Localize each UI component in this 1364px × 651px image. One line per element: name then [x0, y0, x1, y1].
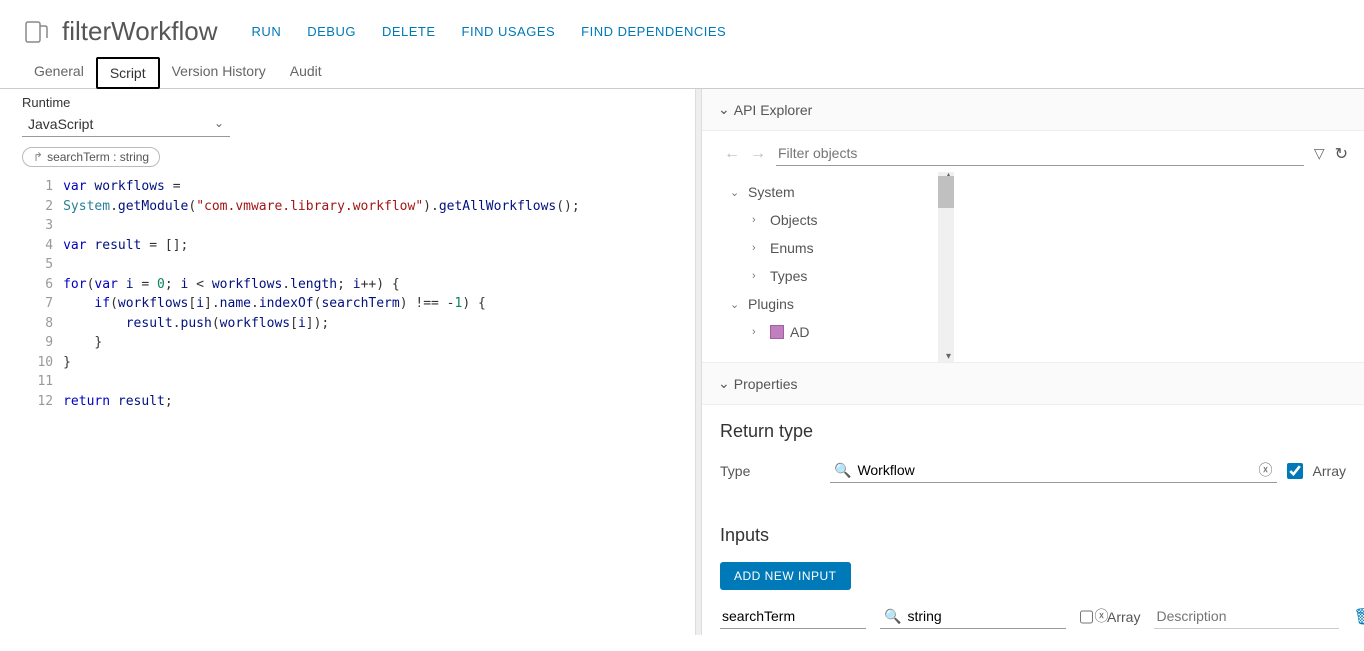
- api-explorer-title: API Explorer: [734, 102, 813, 118]
- input-name-field[interactable]: [720, 604, 866, 629]
- chevron-down-icon: ⌄: [730, 186, 742, 199]
- clear-icon[interactable]: ⓧ: [1259, 460, 1273, 480]
- debug-button[interactable]: DEBUG: [307, 24, 356, 39]
- chevron-down-icon: ⌄: [718, 375, 730, 392]
- header: filterWorkflow RUN DEBUG DELETE FIND USA…: [0, 0, 1364, 57]
- tree-item-ad[interactable]: ›AD: [730, 318, 938, 346]
- page-title: filterWorkflow: [62, 16, 218, 47]
- search-icon: 🔍: [834, 462, 851, 479]
- properties-header[interactable]: ⌄ Properties: [702, 362, 1364, 405]
- return-type-row: Type 🔍 ⓧ Array: [720, 458, 1346, 483]
- inputs-title: Inputs: [720, 525, 1346, 546]
- chevron-right-icon: ›: [752, 270, 764, 282]
- runtime-select-wrap[interactable]: JavaScript ⌄: [22, 112, 230, 137]
- api-tree: ⌄System ›Objects ›Enums ›Types ⌄Plugins …: [702, 172, 954, 362]
- code-body[interactable]: var workflows = System.getModule("com.vm…: [63, 177, 687, 431]
- input-array-checkbox[interactable]: [1080, 609, 1093, 625]
- chevron-right-icon: ›: [752, 214, 764, 226]
- input-row: 🔍 ⓧ Array 🗑: [720, 604, 1346, 629]
- search-icon: 🔍: [884, 608, 901, 625]
- chevron-down-icon: ⌄: [718, 101, 730, 118]
- find-dependencies-button[interactable]: FIND DEPENDENCIES: [581, 24, 726, 39]
- input-type-field[interactable]: [905, 604, 1090, 628]
- tree-item-types[interactable]: ›Types: [730, 262, 938, 290]
- action-bar: RUN DEBUG DELETE FIND USAGES FIND DEPEND…: [252, 24, 727, 39]
- array-checkbox[interactable]: [1287, 463, 1303, 479]
- chevron-down-icon: ⌄: [730, 298, 742, 311]
- main-content: Runtime JavaScript ⌄ ↱ searchTerm : stri…: [0, 89, 1364, 635]
- scrollbar-thumb[interactable]: [938, 176, 954, 208]
- input-array-label: Array: [1107, 609, 1140, 625]
- add-new-input-button[interactable]: ADD NEW INPUT: [720, 562, 851, 590]
- nav-back-icon[interactable]: ←: [724, 145, 740, 163]
- tree-container: ⌄System ›Objects ›Enums ›Types ⌄Plugins …: [702, 172, 954, 362]
- type-label: Type: [720, 463, 820, 479]
- return-type-section: Return type Type 🔍 ⓧ Array: [702, 405, 1364, 509]
- run-button[interactable]: RUN: [252, 24, 282, 39]
- code-editor[interactable]: 123456789101112 var workflows = System.g…: [22, 177, 687, 431]
- tab-bar: General Script Version History Audit: [0, 57, 1364, 89]
- tree-item-objects[interactable]: ›Objects: [730, 206, 938, 234]
- workflow-icon: [22, 17, 52, 47]
- line-gutter: 123456789101112: [22, 177, 63, 431]
- trash-icon[interactable]: 🗑: [1353, 607, 1364, 627]
- type-search-wrap[interactable]: 🔍 ⓧ: [830, 458, 1277, 483]
- tab-audit[interactable]: Audit: [278, 57, 334, 88]
- filter-objects-input[interactable]: [776, 141, 1304, 166]
- side-panel: ⌄ API Explorer ← → ▽ ↻ ⌄System ›Objects …: [702, 89, 1364, 635]
- tab-general[interactable]: General: [22, 57, 96, 88]
- properties-title: Properties: [734, 376, 798, 392]
- tree-scrollbar[interactable]: ▴ ▾: [938, 172, 954, 362]
- array-label: Array: [1313, 463, 1346, 479]
- plugin-icon: [770, 325, 784, 339]
- chip-label: searchTerm : string: [47, 150, 149, 164]
- runtime-select[interactable]: JavaScript: [22, 112, 230, 137]
- tree-item-enums[interactable]: ›Enums: [730, 234, 938, 262]
- input-arrow-icon: ↱: [33, 150, 43, 164]
- refresh-icon[interactable]: ↻: [1335, 144, 1348, 164]
- chevron-right-icon: ›: [752, 242, 764, 254]
- scroll-down-icon[interactable]: ▾: [946, 351, 951, 362]
- api-explorer-header[interactable]: ⌄ API Explorer: [702, 89, 1364, 131]
- return-type-title: Return type: [720, 421, 1346, 442]
- runtime-label: Runtime: [22, 95, 687, 110]
- editor-pane: Runtime JavaScript ⌄ ↱ searchTerm : stri…: [0, 89, 695, 635]
- tab-version-history[interactable]: Version History: [160, 57, 278, 88]
- nav-forward-icon[interactable]: →: [750, 145, 766, 163]
- delete-button[interactable]: DELETE: [382, 24, 436, 39]
- input-type-wrap[interactable]: 🔍 ⓧ: [880, 604, 1066, 629]
- api-toolbar: ← → ▽ ↻: [702, 131, 1364, 172]
- find-usages-button[interactable]: FIND USAGES: [462, 24, 556, 39]
- input-description-field[interactable]: [1154, 604, 1339, 629]
- filter-dropdown-icon[interactable]: ▽: [1314, 145, 1325, 162]
- type-input[interactable]: [855, 458, 1254, 482]
- pane-splitter[interactable]: [695, 89, 702, 635]
- tree-item-system[interactable]: ⌄System: [730, 178, 938, 206]
- tree-item-plugins[interactable]: ⌄Plugins: [730, 290, 938, 318]
- tab-script[interactable]: Script: [96, 57, 160, 89]
- inputs-section: Inputs ADD NEW INPUT 🔍 ⓧ Array 🗑: [702, 509, 1364, 635]
- variable-chip[interactable]: ↱ searchTerm : string: [22, 147, 160, 167]
- chevron-right-icon: ›: [752, 326, 764, 338]
